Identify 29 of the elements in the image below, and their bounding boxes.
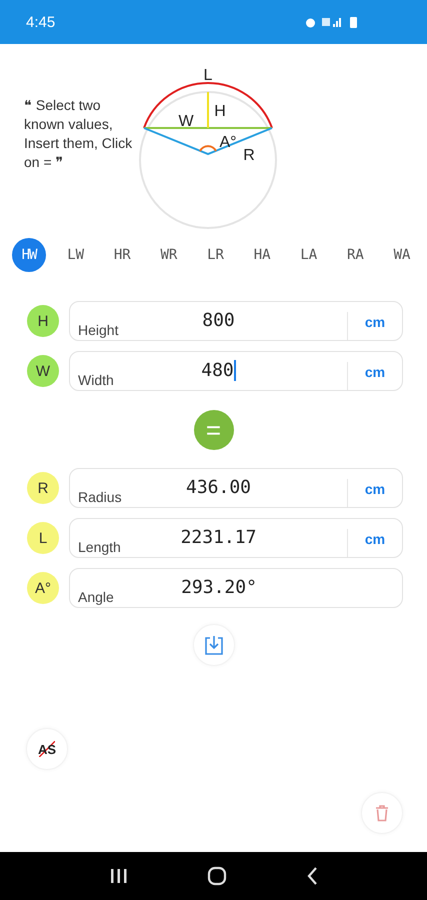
variable-badge: H: [27, 305, 59, 337]
mode-tab[interactable]: WA: [385, 238, 419, 272]
mode-tab[interactable]: HA: [245, 238, 280, 272]
trash-icon: [375, 804, 389, 822]
download-icon: [204, 634, 224, 656]
home-icon[interactable]: [206, 866, 226, 886]
mode-tab[interactable]: WR: [152, 238, 186, 272]
signal-icon: [322, 17, 344, 27]
result-field: Angle 293.20°: [69, 568, 403, 608]
variable-badge: W: [27, 355, 59, 387]
mode-tab[interactable]: RA: [338, 238, 372, 272]
recent-apps-icon[interactable]: [110, 868, 128, 884]
variable-badge: R: [27, 472, 59, 504]
input-field[interactable]: Width 480 cm: [69, 351, 403, 391]
back-icon[interactable]: [306, 867, 318, 885]
battery-icon: [350, 16, 357, 28]
mode-tab[interactable]: LR: [198, 238, 232, 272]
result-field: Radius 436.00 cm: [69, 468, 403, 508]
mode-tab[interactable]: HW: [12, 238, 46, 272]
mode-tab[interactable]: HR: [105, 238, 140, 272]
variable-badge: L: [27, 522, 59, 554]
clock-time: 4:45: [26, 14, 56, 30]
result-field: Length 2231.17 cm: [69, 518, 403, 558]
input-field[interactable]: Height 800 cm: [69, 301, 403, 341]
mode-tab[interactable]: LA: [292, 238, 326, 272]
mode-tab[interactable]: LW: [58, 238, 93, 272]
variable-badge: A°: [27, 572, 59, 604]
save-button[interactable]: [192, 624, 234, 666]
instructions-text: ❝ Select two known values, Insert them, Click on = ❞: [24, 96, 134, 172]
